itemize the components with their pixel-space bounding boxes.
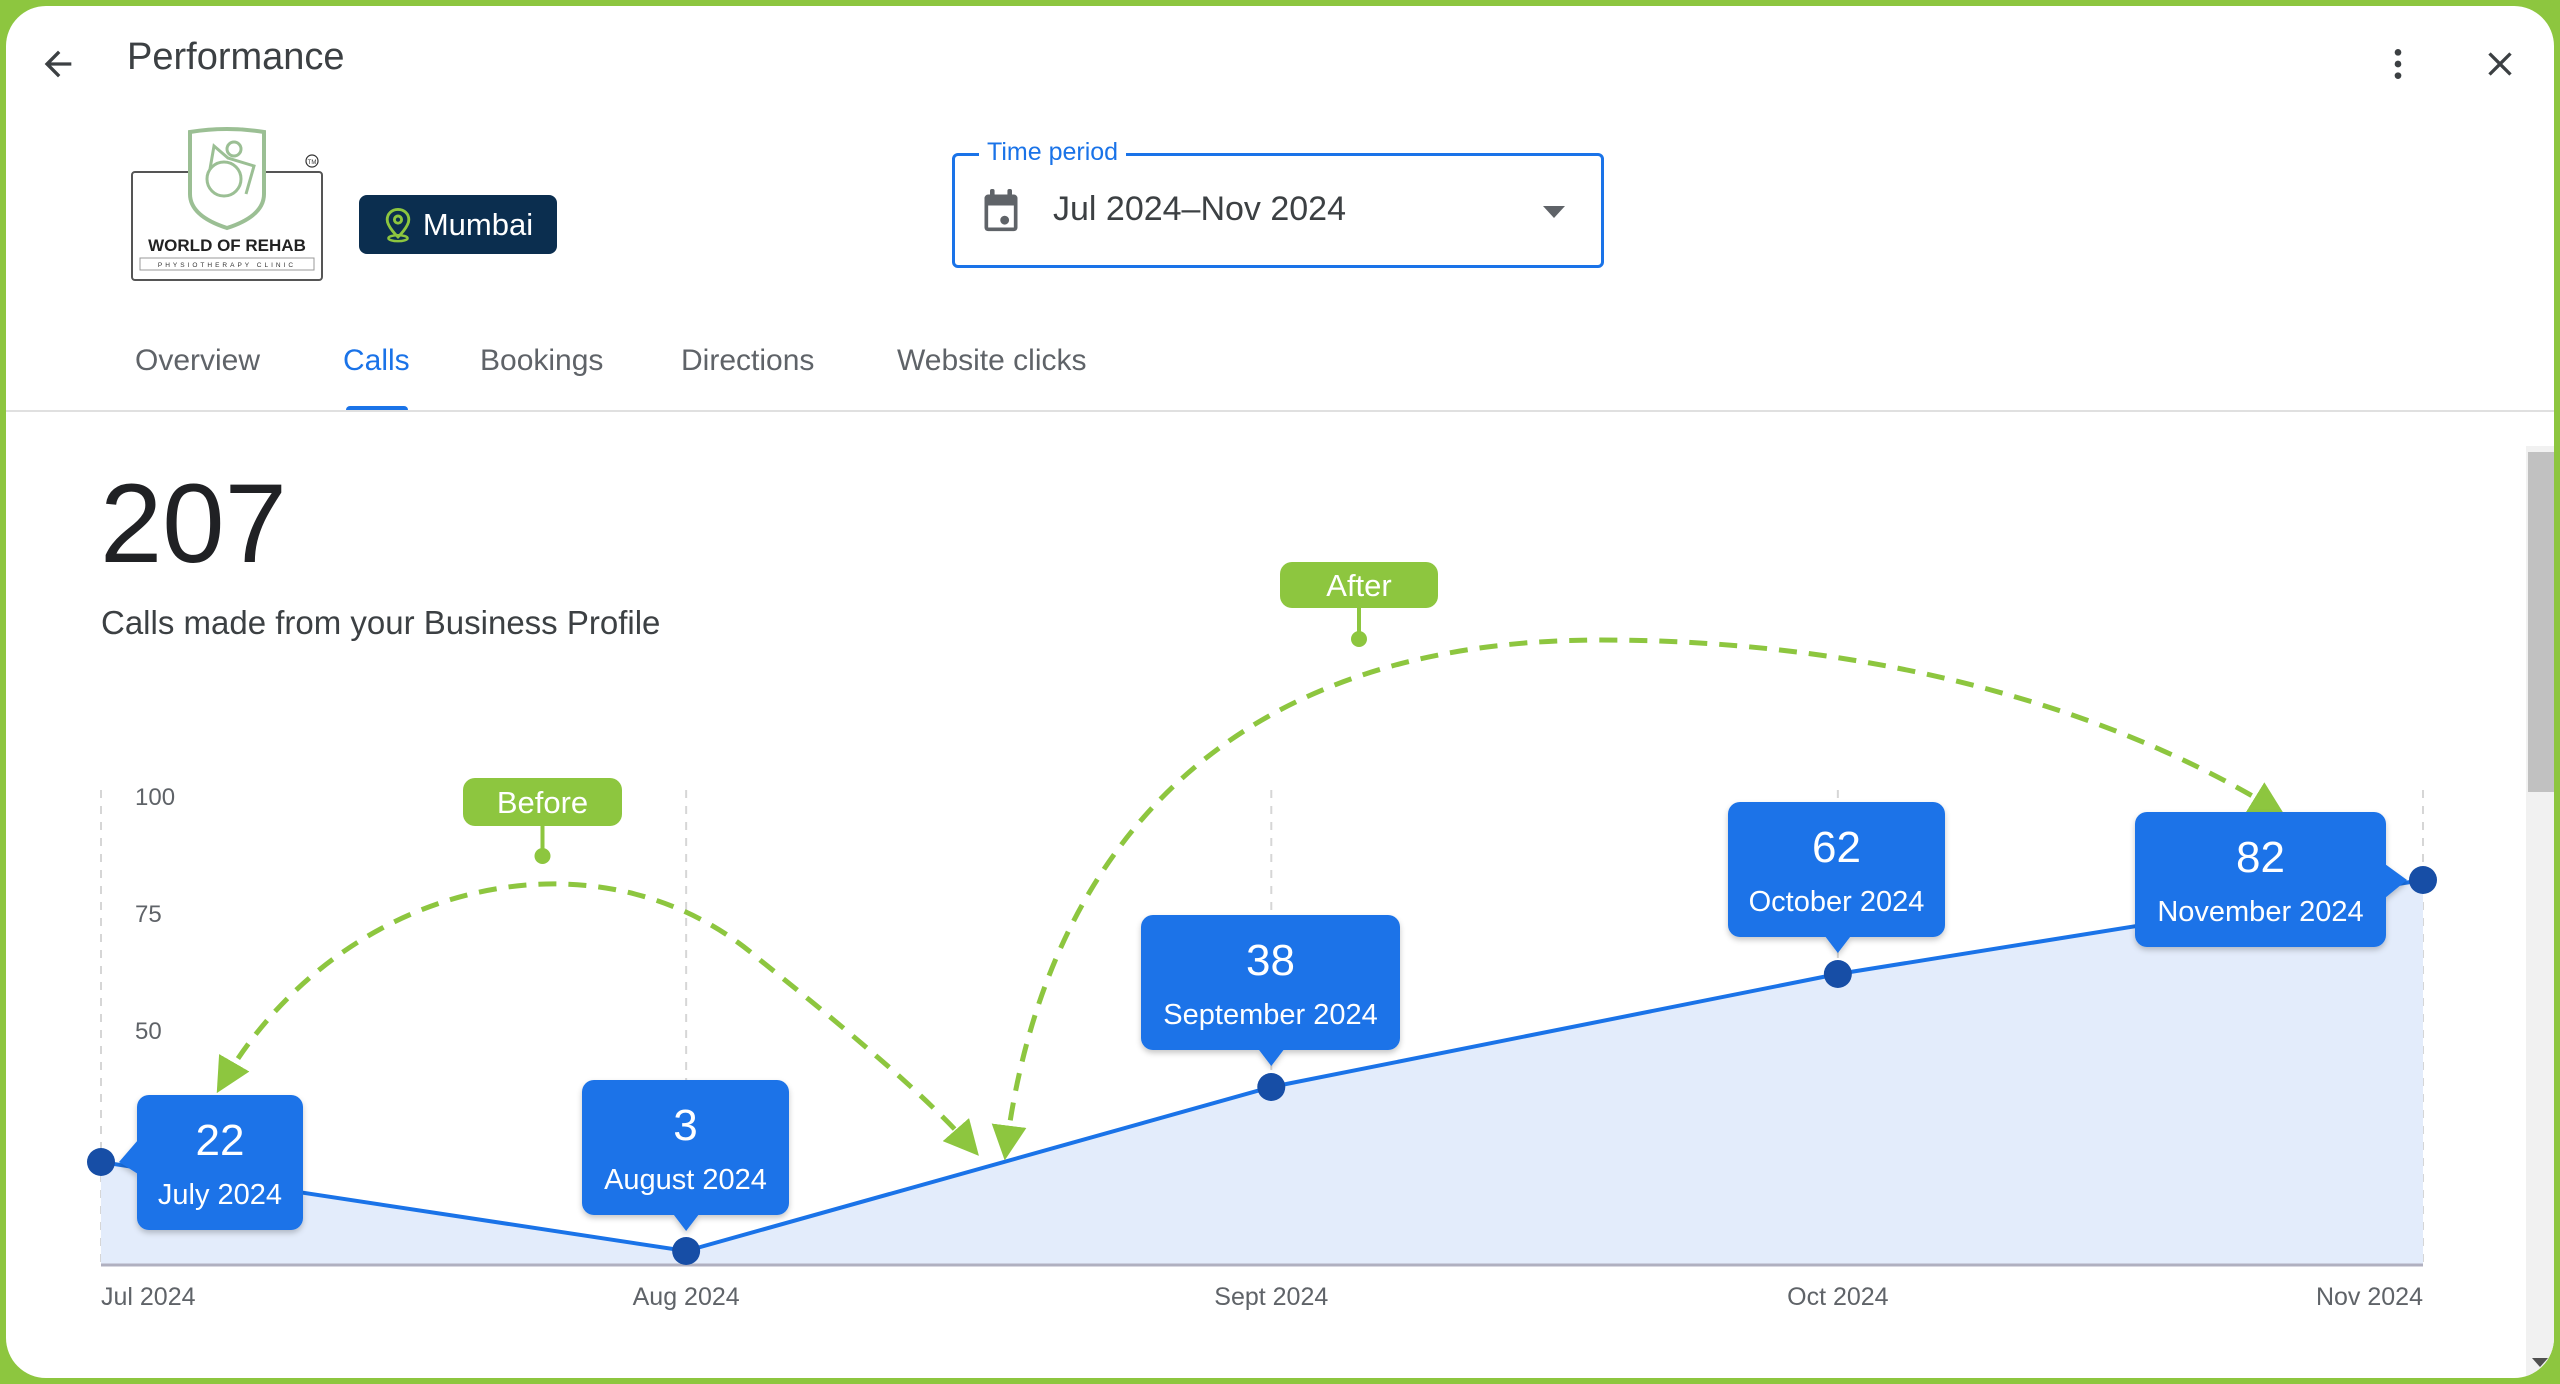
- tooltip: 22 July 2024: [119, 1095, 303, 1230]
- annotation-label: After: [1326, 568, 1391, 603]
- tooltip-month: November 2024: [2157, 896, 2363, 928]
- tooltip-value: 38: [1246, 936, 1295, 985]
- x-tick-label: Nov 2024: [2316, 1283, 2423, 1311]
- x-tick-label: Aug 2024: [633, 1283, 740, 1311]
- tooltip: 38 September 2024: [1141, 915, 1400, 1066]
- data-point: [1257, 1073, 1286, 1101]
- scroll-down-icon[interactable]: [2532, 1358, 2548, 1368]
- annotation-dot: [534, 848, 551, 864]
- tooltip: 62 October 2024: [1728, 802, 1945, 953]
- tooltip-month: September 2024: [1163, 999, 1377, 1031]
- x-tick-label: Sept 2024: [1214, 1283, 1328, 1311]
- tooltip-value: 3: [673, 1101, 697, 1150]
- tooltip: 3 August 2024: [582, 1080, 789, 1231]
- tooltip-pointer: [673, 1214, 700, 1231]
- tooltip-month: July 2024: [158, 1179, 282, 1211]
- y-tick-label: 50: [135, 1018, 162, 1045]
- data-point: [1823, 960, 1852, 988]
- calls-chart: 50 75 100 Before After 22 July 2024 3 August 2…: [87, 562, 2437, 1311]
- tooltip: 82 November 2024: [2135, 812, 2407, 947]
- annotation-label: Before: [497, 785, 588, 820]
- tooltip-pointer: [1258, 1049, 1285, 1066]
- tooltip-month: August 2024: [604, 1164, 767, 1196]
- y-tick-label: 100: [135, 784, 175, 811]
- data-point: [87, 1148, 115, 1176]
- tooltip-pointer: [1824, 936, 1851, 953]
- y-tick-label: 75: [135, 901, 162, 928]
- scrollbar-thumb[interactable]: [2528, 452, 2554, 792]
- data-point: [2409, 866, 2437, 894]
- annotation-dot: [1351, 631, 1367, 647]
- x-tick-label: Oct 2024: [1787, 1283, 1889, 1311]
- x-tick-label: Jul 2024: [101, 1283, 196, 1311]
- tooltip-month: October 2024: [1749, 886, 1925, 918]
- tooltip-value: 62: [1812, 823, 1861, 872]
- performance-dialog: Performance TM WORLD OF REHAB PHYSIOTHER…: [6, 6, 2554, 1378]
- tooltip-value: 82: [2236, 833, 2285, 882]
- tooltip-value: 22: [196, 1116, 245, 1165]
- data-point: [672, 1237, 701, 1265]
